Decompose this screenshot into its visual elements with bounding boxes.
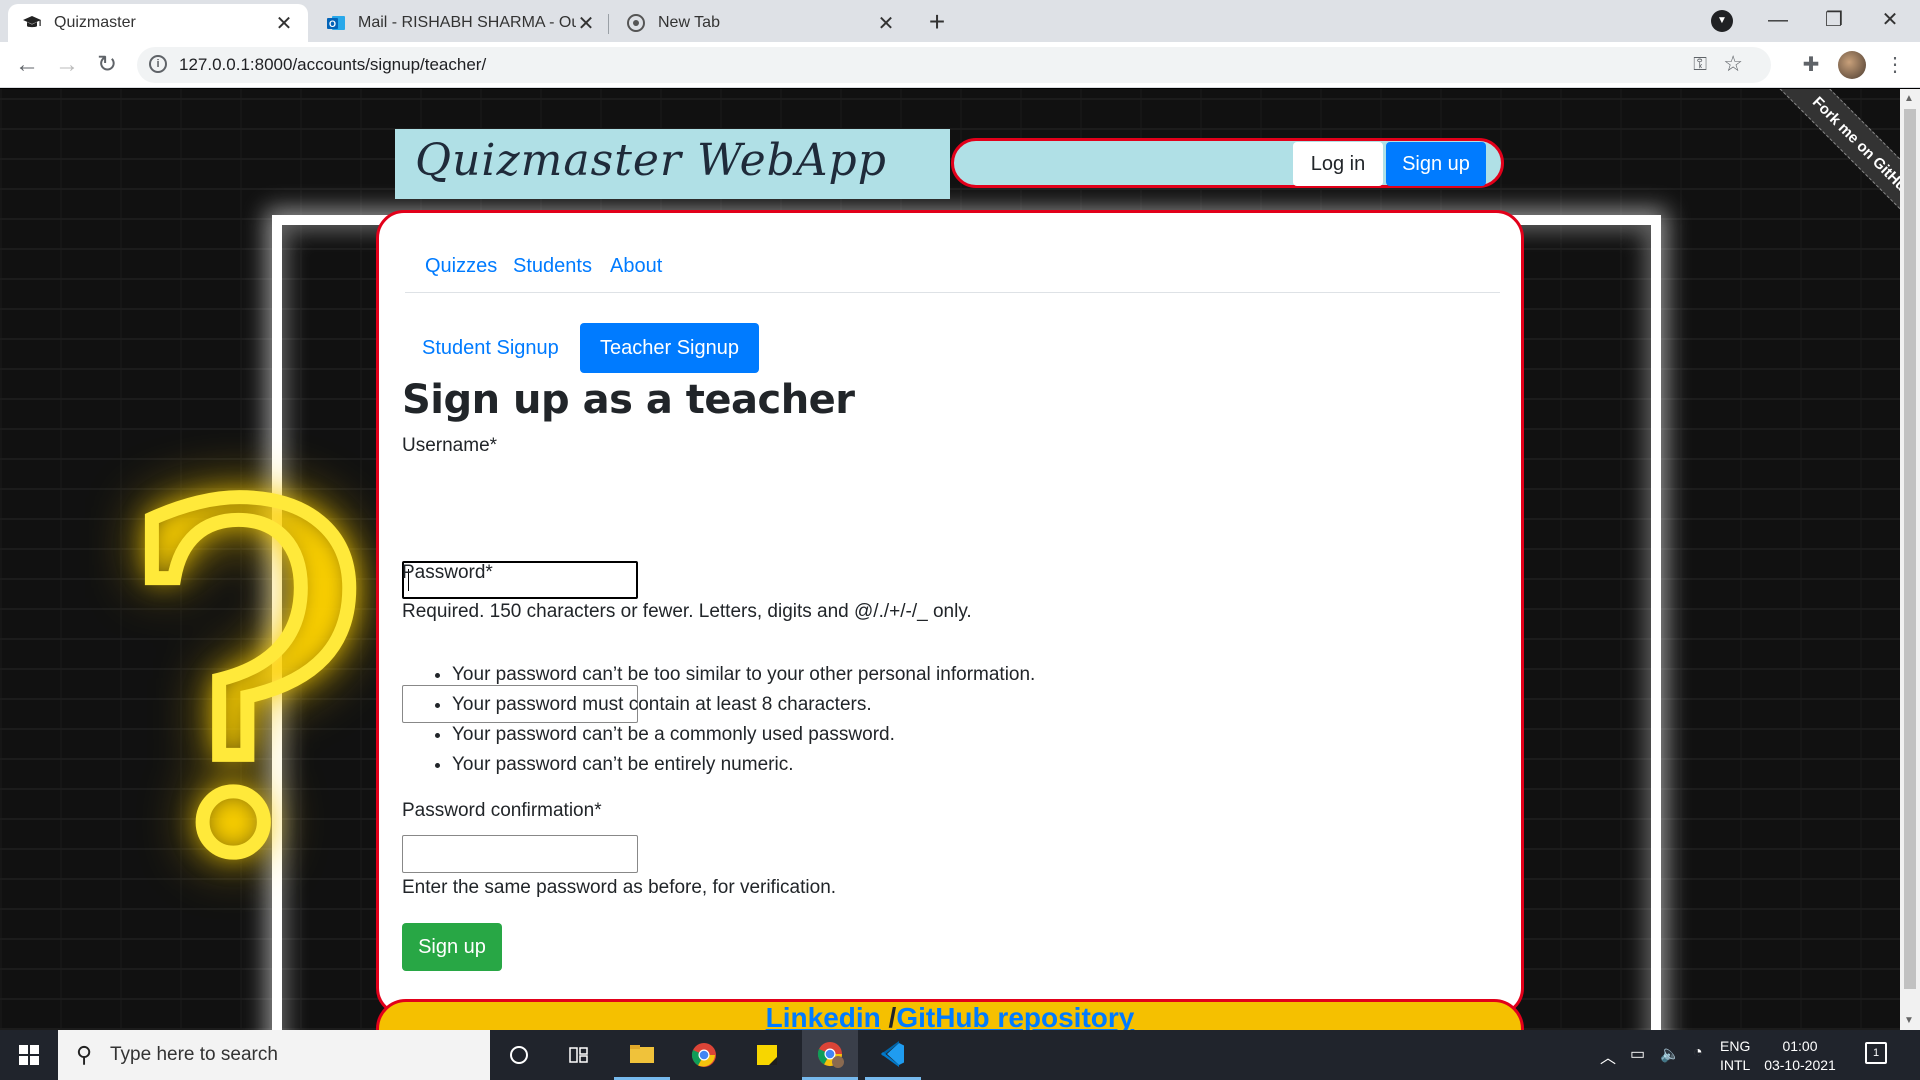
battery-icon[interactable]: ▭ xyxy=(1630,1044,1645,1064)
auth-bar: Log in Sign up xyxy=(951,138,1504,188)
chrome-profile-taskbar-icon[interactable] xyxy=(802,1030,858,1080)
login-button[interactable]: Log in xyxy=(1293,142,1383,186)
lang-line2: INTL xyxy=(1720,1057,1751,1073)
list-item: Your password can’t be entirely numeric. xyxy=(452,750,1035,780)
svg-text:O: O xyxy=(329,19,336,29)
nav-students[interactable]: Students xyxy=(513,255,592,278)
scrollbar-thumb[interactable] xyxy=(1904,109,1916,989)
search-icon: ⚲ xyxy=(76,1042,93,1067)
neon-question-mark-icon: ? xyxy=(113,410,379,957)
signup-card: Quizzes Students About Student Signup Te… xyxy=(376,210,1524,1016)
list-item: Your password must contain at least 8 ch… xyxy=(452,690,1035,720)
address-bar[interactable]: i 127.0.0.1:8000/accounts/signup/teacher… xyxy=(137,47,1771,83)
footer-bar: Linkedin /GitHub repository xyxy=(376,999,1524,1030)
password-confirm-help: Enter the same password as before, for v… xyxy=(402,877,837,898)
username-help: Required. 150 characters or fewer. Lette… xyxy=(402,601,972,622)
tray-chevron-up-icon[interactable]: ︿ xyxy=(1600,1044,1616,1068)
start-button[interactable] xyxy=(0,1030,58,1080)
key-icon[interactable]: ⚿ xyxy=(1693,54,1707,75)
brand-name: Quizmaster WebApp xyxy=(415,135,887,186)
clock-date: 03-10-2021 xyxy=(1764,1057,1836,1073)
restore-button[interactable]: ❐ xyxy=(1806,0,1862,40)
password-label: Password* xyxy=(402,562,493,583)
back-icon[interactable]: ← xyxy=(10,48,44,82)
notification-center-icon[interactable]: 1 xyxy=(1865,1042,1887,1064)
page-viewport: ? Fork me on GitHub Quizmaster WebApp Lo… xyxy=(0,89,1900,1030)
site-info-icon[interactable]: i xyxy=(149,55,167,73)
chrome-taskbar-icon[interactable] xyxy=(676,1030,732,1080)
signup-button[interactable]: Sign up xyxy=(1386,142,1486,186)
tab-title: Mail - RISHABH SHARMA - Outlo xyxy=(358,14,576,31)
outlook-icon: O xyxy=(326,13,346,33)
sticky-notes-icon[interactable] xyxy=(739,1030,795,1080)
nav-about[interactable]: About xyxy=(610,255,662,278)
scroll-down-icon[interactable]: ▼ xyxy=(1904,1015,1914,1026)
close-window-button[interactable]: ✕ xyxy=(1862,0,1918,40)
extensions-puzzle-icon[interactable]: ✚ xyxy=(1796,50,1826,80)
github-repo-link[interactable]: GitHub repository xyxy=(896,1002,1134,1030)
search-placeholder: Type here to search xyxy=(110,1044,278,1065)
tab-title: Quizmaster xyxy=(54,14,136,31)
browser-tab-strip: Quizmaster ✕ O Mail - RISHABH SHARMA - O… xyxy=(0,0,1920,42)
close-tab-icon[interactable]: ✕ xyxy=(274,11,294,36)
profile-avatar[interactable] xyxy=(1838,51,1866,79)
task-view-icon[interactable] xyxy=(551,1030,607,1080)
tab-separator xyxy=(608,14,609,34)
list-item: Your password can’t be too similar to yo… xyxy=(452,660,1035,690)
nav-quizzes[interactable]: Quizzes xyxy=(425,255,497,278)
forward-icon[interactable]: → xyxy=(50,48,84,82)
menu-kebab-icon[interactable]: ⋮ xyxy=(1880,50,1910,80)
list-item: Your password can’t be a commonly used p… xyxy=(452,720,1035,750)
page-title: Sign up as a teacher xyxy=(402,377,855,423)
graduation-cap-icon xyxy=(22,13,42,33)
scroll-up-icon[interactable]: ▲ xyxy=(1904,93,1914,104)
lang-line1: ENG xyxy=(1720,1038,1751,1054)
page-scrollbar[interactable]: ▲ ▼ xyxy=(1900,89,1920,1030)
tab-teacher-signup[interactable]: Teacher Signup xyxy=(580,323,759,373)
password-rules-list: Your password can’t be too similar to yo… xyxy=(452,660,1035,780)
tab-title: New Tab xyxy=(658,14,720,31)
chrome-icon xyxy=(626,13,646,33)
file-explorer-icon[interactable] xyxy=(614,1030,670,1080)
minimize-button[interactable]: — xyxy=(1750,0,1806,40)
cortana-icon[interactable] xyxy=(491,1030,547,1080)
tab-search-icon[interactable]: ▼ xyxy=(1711,10,1733,32)
tab-new-tab[interactable]: New Tab ✕ xyxy=(612,4,910,42)
taskbar-clock[interactable]: 01:00 03-10-2021 xyxy=(1755,1037,1845,1075)
close-tab-icon[interactable]: ✕ xyxy=(876,11,896,36)
new-tab-button[interactable]: + xyxy=(920,6,954,40)
url-text[interactable]: 127.0.0.1:8000/accounts/signup/teacher/ xyxy=(179,55,486,75)
wifi-icon[interactable]: ◔ xyxy=(1693,1044,1703,1062)
password-confirm-label: Password confirmation* xyxy=(402,800,602,821)
reload-icon[interactable]: ↻ xyxy=(90,48,124,82)
tab-outlook-mail[interactable]: O Mail - RISHABH SHARMA - Outlo ✕ xyxy=(312,4,610,42)
taskbar-search-box[interactable]: ⚲ Type here to search xyxy=(58,1030,490,1080)
close-tab-icon[interactable]: ✕ xyxy=(576,11,596,36)
volume-icon[interactable]: 🔈 xyxy=(1660,1044,1680,1064)
tab-quizmaster[interactable]: Quizmaster ✕ xyxy=(8,4,308,42)
fork-me-ribbon[interactable]: Fork me on GitHub xyxy=(1768,89,1900,242)
password-confirm-input[interactable] xyxy=(402,835,638,873)
vscode-icon[interactable] xyxy=(865,1030,921,1080)
username-label: Username* xyxy=(402,435,498,456)
submit-signup-button[interactable]: Sign up xyxy=(402,923,502,971)
clock-time: 01:00 xyxy=(1782,1038,1818,1054)
windows-taskbar: ⚲ Type here to search ︿ ▭ 🔈 ◔ ENG INTL 0… xyxy=(0,1030,1920,1080)
input-language[interactable]: ENG INTL xyxy=(1720,1037,1750,1075)
linkedin-link[interactable]: Linkedin xyxy=(766,1002,881,1030)
brand-logo[interactable]: Quizmaster WebApp xyxy=(395,129,950,199)
browser-toolbar: ← → ↻ i 127.0.0.1:8000/accounts/signup/t… xyxy=(0,42,1920,88)
main-nav: Quizzes Students About xyxy=(405,249,1500,293)
bookmark-star-icon[interactable]: ☆ xyxy=(1723,51,1743,77)
tab-student-signup[interactable]: Student Signup xyxy=(402,323,579,373)
footer-separator: / xyxy=(880,1002,897,1030)
windows-logo-icon xyxy=(19,1045,39,1065)
